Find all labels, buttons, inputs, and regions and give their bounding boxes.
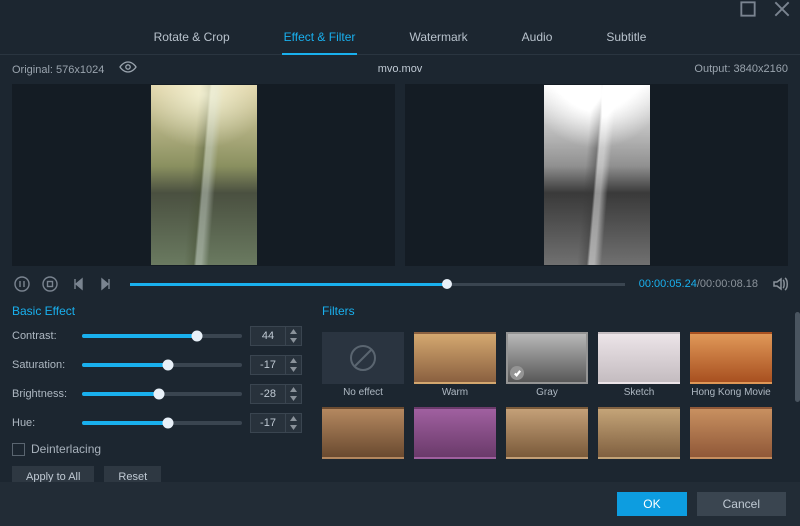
filter-item-noeffect[interactable]: No effect	[322, 332, 404, 398]
filter-item-hk[interactable]: Hong Kong Movie	[690, 332, 772, 398]
effect-row: Saturation:	[12, 355, 302, 375]
effect-value-input[interactable]	[251, 330, 285, 342]
filter-item-r2c[interactable]	[506, 407, 588, 462]
effect-row: Hue:	[12, 413, 302, 433]
pause-button[interactable]	[12, 274, 32, 294]
effect-value-box	[250, 326, 302, 346]
basic-effect-title: Basic Effect	[12, 304, 302, 318]
output-resolution: Output: 3840x2160	[694, 63, 788, 75]
effect-slider[interactable]	[82, 421, 242, 425]
stepper-down-icon[interactable]	[286, 394, 301, 403]
filter-item-gray[interactable]: Gray	[506, 332, 588, 398]
timeline-slider[interactable]	[130, 283, 625, 286]
tab-audio[interactable]: Audio	[520, 24, 555, 54]
next-frame-button[interactable]	[96, 274, 116, 294]
effect-slider[interactable]	[82, 334, 242, 338]
filename: mvo.mov	[378, 63, 423, 75]
time-total: /00:00:08.18	[697, 278, 758, 290]
filter-label: Hong Kong Movie	[691, 387, 771, 398]
stepper-down-icon[interactable]	[286, 365, 301, 374]
stepper-down-icon[interactable]	[286, 423, 301, 432]
effect-value-input[interactable]	[251, 388, 285, 400]
preview-output	[405, 84, 788, 266]
preview-original	[12, 84, 395, 266]
basic-effect-panel: Basic Effect Contrast: Saturation:	[12, 304, 302, 498]
stepper-up-icon[interactable]	[286, 385, 301, 394]
filter-item-r2b[interactable]	[414, 407, 496, 462]
maximize-icon[interactable]	[738, 0, 758, 19]
effect-value-box	[250, 355, 302, 375]
tab-watermark[interactable]: Watermark	[407, 24, 469, 54]
effect-label: Saturation:	[12, 359, 74, 371]
original-resolution: Original: 576x1024	[12, 64, 104, 76]
transport-bar: 00:00:05.24/00:00:08.18	[0, 268, 800, 300]
stepper-up-icon[interactable]	[286, 414, 301, 423]
stop-button[interactable]	[40, 274, 60, 294]
filter-item-sketch[interactable]: Sketch	[598, 332, 680, 398]
cancel-button[interactable]: Cancel	[697, 492, 786, 516]
deinterlacing-label: Deinterlacing	[31, 442, 101, 456]
close-icon[interactable]	[772, 0, 792, 19]
deinterlacing-checkbox[interactable]	[12, 443, 25, 456]
tab-rotate-crop[interactable]: Rotate & Crop	[152, 24, 232, 54]
effect-label: Contrast:	[12, 330, 74, 342]
tab-bar: Rotate & Crop Effect & Filter Watermark …	[0, 18, 800, 55]
filter-label: Gray	[536, 387, 558, 398]
effect-label: Hue:	[12, 417, 74, 429]
ok-button[interactable]: OK	[617, 492, 686, 516]
tab-effect-filter[interactable]: Effect & Filter	[282, 24, 358, 54]
filters-scrollbar[interactable]	[795, 312, 800, 402]
stepper-down-icon[interactable]	[286, 336, 301, 345]
file-info-bar: Original: 576x1024 mvo.mov Output: 3840x…	[0, 55, 800, 82]
effect-row: Contrast:	[12, 326, 302, 346]
stepper-up-icon[interactable]	[286, 327, 301, 336]
filter-item-r2a[interactable]	[322, 407, 404, 462]
preview-toggle-icon[interactable]	[119, 61, 137, 73]
effect-row: Brightness:	[12, 384, 302, 404]
time-current: 00:00:05.24	[639, 278, 697, 290]
preview-area	[0, 82, 800, 268]
effect-label: Brightness:	[12, 388, 74, 400]
effect-value-box	[250, 413, 302, 433]
filter-label: Warm	[442, 387, 468, 398]
filters-title: Filters	[322, 304, 788, 318]
prev-frame-button[interactable]	[68, 274, 88, 294]
filter-item-r2d[interactable]	[598, 407, 680, 462]
footer: OK Cancel	[0, 482, 800, 526]
titlebar	[0, 0, 800, 18]
effect-slider[interactable]	[82, 363, 242, 367]
filter-item-r2e[interactable]	[690, 407, 772, 462]
stepper-up-icon[interactable]	[286, 356, 301, 365]
filter-label: No effect	[343, 387, 383, 398]
tab-subtitle[interactable]: Subtitle	[604, 24, 648, 54]
volume-icon[interactable]	[772, 276, 788, 292]
effect-value-input[interactable]	[251, 359, 285, 371]
editor: Basic Effect Contrast: Saturation:	[0, 300, 800, 498]
filter-item-warm[interactable]: Warm	[414, 332, 496, 398]
time-display: 00:00:05.24/00:00:08.18	[639, 278, 758, 290]
effect-value-input[interactable]	[251, 417, 285, 429]
filter-label: Sketch	[624, 387, 655, 398]
filters-panel: Filters No effect Warm Gray Sketch Hong …	[322, 304, 788, 498]
effect-slider[interactable]	[82, 392, 242, 396]
effect-value-box	[250, 384, 302, 404]
